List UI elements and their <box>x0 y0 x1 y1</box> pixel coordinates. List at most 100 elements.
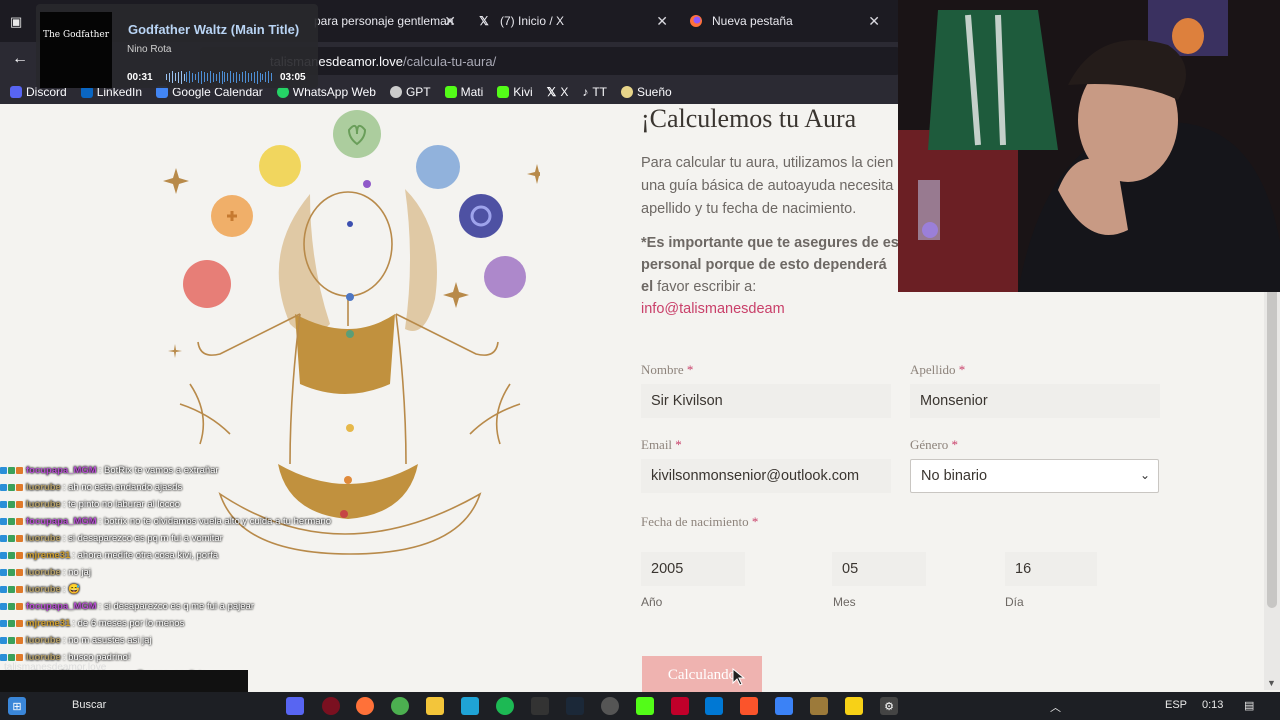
genero-select[interactable]: No binario ⌄ <box>910 459 1159 493</box>
windows-start-icon[interactable]: ⊞ <box>8 697 26 715</box>
chat-badges <box>0 569 23 576</box>
bookmark-label: Sueño <box>637 85 672 99</box>
mes-label: Mes <box>833 595 856 609</box>
email-field[interactable]: kivilsonmonsenior@outlook.com <box>641 459 891 493</box>
chat-username[interactable]: mjreme31 <box>26 550 70 561</box>
waveform-bar <box>233 72 235 82</box>
tab-personaje[interactable]: para personaje gentleman ✕ <box>296 6 456 36</box>
tab-label: para personaje gentleman <box>314 14 454 28</box>
bookmark-x[interactable]: 𝕏X <box>547 85 569 99</box>
badge-icon <box>8 586 15 593</box>
bookmark-gpt[interactable]: GPT <box>389 85 431 99</box>
notes-icon[interactable] <box>845 697 863 715</box>
bookmark-label: TT <box>592 85 607 99</box>
bookmark-kivi[interactable]: Kivi <box>497 85 533 99</box>
discord-icon[interactable] <box>286 697 304 715</box>
chat-text: : botrix no te olvidamos vuela alto y cu… <box>98 516 332 527</box>
chat-username[interactable]: focupapa_MGM <box>26 516 97 527</box>
waveform-bar <box>262 74 264 80</box>
language-indicator[interactable]: ESP <box>1165 699 1187 711</box>
vscode-icon[interactable] <box>705 697 723 715</box>
badge-icon <box>16 569 23 576</box>
tab-x-inicio[interactable]: 𝕏 (7) Inicio / X ✕ <box>476 6 668 36</box>
waveform-bar <box>186 72 188 82</box>
chat-username[interactable]: luorube <box>26 533 61 544</box>
mes-field[interactable]: 05 <box>832 552 926 586</box>
bookmark-tt[interactable]: ♪ TT <box>582 85 607 99</box>
kick-icon <box>497 86 510 98</box>
clock[interactable]: 0:13 <box>1202 699 1223 711</box>
back-icon[interactable]: ← <box>12 50 28 68</box>
dia-field[interactable]: 16 <box>1005 552 1097 586</box>
waveform-bar <box>198 71 200 83</box>
chevron-down-icon: ⌄ <box>1139 468 1150 482</box>
tiktok-icon: ♪ <box>582 85 589 99</box>
bookmark-sueno[interactable]: Sueño <box>621 85 672 99</box>
gear-icon[interactable]: ⚙ <box>880 697 898 715</box>
calendar-icon[interactable] <box>775 697 793 715</box>
chat-message: luorube: 😅 <box>0 581 350 598</box>
firefox-icon[interactable] <box>356 697 374 715</box>
terminal-icon[interactable] <box>531 697 549 715</box>
chat-username[interactable]: focupapa_MGM <box>26 601 97 612</box>
badge-icon <box>16 586 23 593</box>
tray-chevron-icon[interactable]: ︿ <box>1050 699 1061 715</box>
chrome-icon[interactable] <box>391 697 409 715</box>
folder-icon[interactable] <box>426 697 444 715</box>
anio-field[interactable]: 2005 <box>641 552 745 586</box>
brave-icon[interactable] <box>740 697 758 715</box>
waveform-bar <box>230 71 232 83</box>
chat-message: luorube: no m asustes asi jaj <box>0 632 350 649</box>
badge-icon <box>16 552 23 559</box>
chat-badges <box>0 467 23 474</box>
app-icon[interactable] <box>810 697 828 715</box>
discord-icon <box>10 86 22 98</box>
bookmark-label: X <box>560 85 569 99</box>
close-icon[interactable]: ✕ <box>656 13 668 30</box>
vmware-icon[interactable] <box>461 697 479 715</box>
close-icon[interactable]: ✕ <box>868 13 880 30</box>
badge-icon <box>8 569 15 576</box>
chat-text: : no jaj <box>62 567 91 578</box>
scrollbar-thumb[interactable] <box>1267 268 1277 608</box>
opera-icon[interactable] <box>322 697 340 715</box>
chat-username[interactable]: luorube <box>26 499 61 510</box>
badge-icon <box>0 586 7 593</box>
badge-icon <box>16 637 23 644</box>
chat-message: luorube: no jaj <box>0 564 350 581</box>
badge-icon <box>0 654 7 661</box>
scroll-down-icon[interactable]: ▼ <box>1267 678 1276 688</box>
chat-username[interactable]: luorube <box>26 635 61 646</box>
close-icon[interactable]: ✕ <box>444 13 456 30</box>
chat-username[interactable]: focupapa_MGM <box>26 465 97 476</box>
taskbar-search[interactable]: Buscar <box>72 699 106 711</box>
bookmark-label: Kivi <box>513 85 533 99</box>
notifications-icon[interactable]: ▤ <box>1244 699 1254 712</box>
chat-badges <box>0 637 23 644</box>
chat-message: focupapa_MGM: BotRix te vamos a extrañar <box>0 462 350 479</box>
waveform-bar <box>180 70 182 84</box>
progress-waveform[interactable] <box>166 70 273 84</box>
nombre-field[interactable]: Sir Kivilson <box>641 384 891 418</box>
waveform-bar <box>256 70 258 84</box>
x-logo-icon: 𝕏 <box>479 14 489 28</box>
steam-icon[interactable] <box>566 697 584 715</box>
chat-username[interactable]: luorube <box>26 567 61 578</box>
chat-username[interactable]: mjreme31 <box>26 618 70 629</box>
tab-nueva[interactable]: Nueva pestaña ✕ <box>688 6 880 36</box>
badge-icon <box>16 501 23 508</box>
chat-message: luorube: si desaparezco es pq m fui a vo… <box>0 530 350 547</box>
spotify-icon[interactable] <box>496 697 514 715</box>
chat-badges <box>0 484 23 491</box>
status-url: talismanesdeamor.love <box>4 662 107 673</box>
tab-list-icon[interactable]: ▣ <box>10 14 22 30</box>
bookmark-mati[interactable]: Mati <box>444 85 483 99</box>
obs-icon[interactable] <box>601 697 619 715</box>
chat-username[interactable]: luorube <box>26 584 61 595</box>
email-link[interactable]: info@talismanesdeam <box>641 301 785 317</box>
apellido-field[interactable]: Monsenior <box>910 384 1160 418</box>
kick-icon[interactable] <box>636 697 654 715</box>
chat-username[interactable]: luorube <box>26 482 61 493</box>
chat-text: : BotRix te vamos a extrañar <box>98 465 219 476</box>
app-icon[interactable] <box>671 697 689 715</box>
